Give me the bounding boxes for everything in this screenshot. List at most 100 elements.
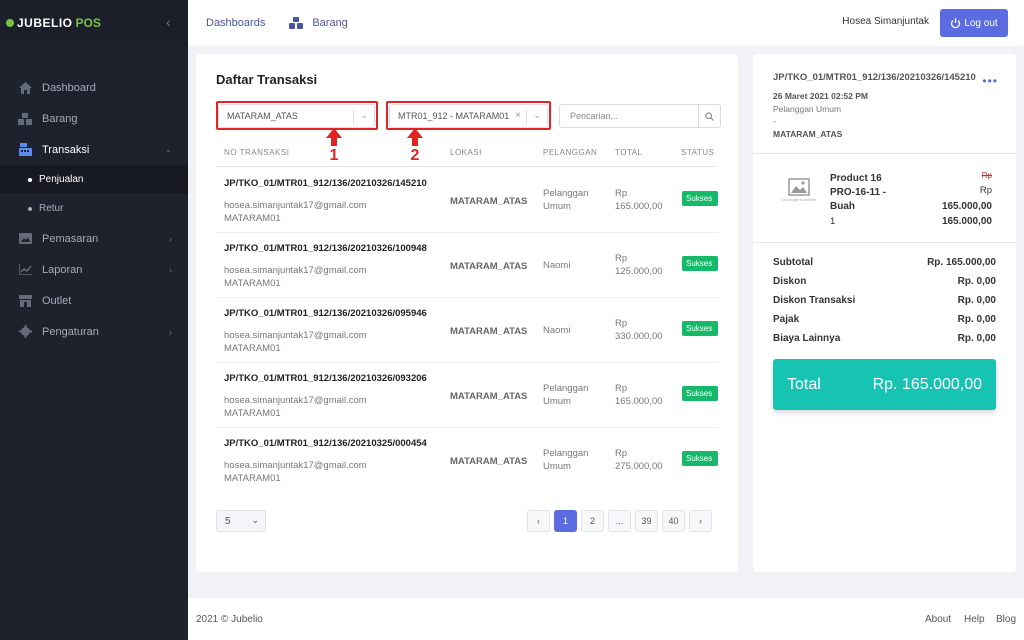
sidebar-subitem-retur[interactable]: Retur bbox=[0, 194, 188, 223]
total: Rp 165.000,00 bbox=[615, 382, 663, 408]
footer: 2021 © Jubelio About Help Blog bbox=[188, 598, 1024, 640]
customer-line-2: Umum bbox=[543, 396, 571, 407]
total: Rp 330.000,00 bbox=[615, 317, 663, 343]
total-currency: Rp bbox=[615, 253, 628, 264]
search-input[interactable]: Pencarian... bbox=[559, 104, 721, 128]
sidebar-item-pemasaran[interactable]: Pemasaran › bbox=[0, 223, 188, 254]
customer-line-2: Umum bbox=[543, 461, 571, 472]
summary-label: Pajak bbox=[773, 314, 800, 325]
column-header-status: STATUS bbox=[681, 148, 715, 157]
table-row[interactable]: JP/TKO_01/MTR01_912/136/20210326/093206 … bbox=[216, 363, 718, 428]
sidebar-item-dashboard[interactable]: Dashboard bbox=[0, 72, 188, 103]
transaction-number: JP/TKO_01/MTR01_912/136/20210326/095946 bbox=[224, 308, 427, 319]
collapse-sidebar-icon[interactable]: ‹ bbox=[166, 14, 171, 30]
total-currency: Rp bbox=[615, 383, 628, 394]
transaction-number: JP/TKO_01/MTR01_912/136/20210326/145210 bbox=[224, 178, 427, 189]
summary-label: Subtotal bbox=[773, 257, 813, 268]
footer-link-blog[interactable]: Blog bbox=[996, 614, 1016, 625]
customer: Naomi bbox=[543, 259, 605, 272]
total-amount: 125.000,00 bbox=[615, 266, 663, 277]
annotation-arrow-2-stem bbox=[412, 138, 418, 146]
page-title: Daftar Transaksi bbox=[216, 72, 318, 87]
home-icon bbox=[18, 81, 32, 95]
search-icon bbox=[705, 111, 714, 121]
sidebar-item-label: Barang bbox=[42, 112, 78, 125]
pagination-prev[interactable]: ‹ bbox=[527, 510, 550, 532]
detail-location: MATARAM_ATAS bbox=[773, 129, 843, 139]
total: Rp 165.000,00 bbox=[615, 187, 663, 213]
product-price: 165.000,00 bbox=[941, 201, 992, 212]
table-row[interactable]: JP/TKO_01/MTR01_912/136/20210326/145210 … bbox=[216, 168, 718, 233]
summary-value: Rp. 165.000,00 bbox=[927, 257, 996, 268]
topnav-dashboards[interactable]: Dashboards bbox=[206, 17, 265, 29]
pagination-page-40[interactable]: 40 bbox=[662, 510, 685, 532]
location: MATARAM_ATAS bbox=[450, 326, 528, 337]
detail-dash: - bbox=[773, 116, 776, 126]
table-row[interactable]: JP/TKO_01/MTR01_912/136/20210326/095946 … bbox=[216, 298, 718, 363]
register-name: MATARAM01 bbox=[224, 473, 281, 484]
transaction-number: JP/TKO_01/MTR01_912/136/20210325/000454 bbox=[224, 438, 427, 449]
topnav-barang[interactable]: Barang bbox=[289, 17, 348, 29]
total-amount: 165.000,00 bbox=[615, 201, 663, 212]
total: Rp 275.000,00 bbox=[615, 447, 663, 473]
annotation-label-2: 2 bbox=[410, 147, 420, 164]
location: MATARAM_ATAS bbox=[450, 261, 528, 272]
summary-diskon-transaksi: Diskon Transaksi Rp. 0,00 bbox=[773, 295, 996, 306]
customer: Naomi bbox=[543, 324, 605, 337]
per-page-select[interactable]: 5 ⌄ bbox=[216, 510, 266, 532]
table-row[interactable]: JP/TKO_01/MTR01_912/136/20210325/000454 … bbox=[216, 428, 718, 493]
summary-subtotal: Subtotal Rp. 165.000,00 bbox=[773, 257, 996, 268]
chevron-right-icon: › bbox=[169, 326, 172, 337]
register-icon bbox=[18, 143, 32, 157]
location: MATARAM_ATAS bbox=[450, 196, 528, 207]
sidebar-item-outlet[interactable]: Outlet bbox=[0, 285, 188, 316]
total-amount: 165.000,00 bbox=[615, 396, 663, 407]
footer-link-about[interactable]: About bbox=[925, 614, 951, 625]
status-badge: Sukses bbox=[682, 191, 718, 206]
total-currency: Rp bbox=[615, 318, 628, 329]
user-name[interactable]: Hosea Simanjuntak bbox=[842, 16, 929, 27]
sidebar-item-laporan[interactable]: Laporan › bbox=[0, 254, 188, 285]
more-options-icon[interactable]: ••• bbox=[982, 74, 998, 88]
sidebar-item-barang[interactable]: Barang bbox=[0, 103, 188, 134]
brand-logo[interactable]: JUBELIO POS bbox=[0, 0, 188, 46]
chart-icon bbox=[18, 263, 32, 277]
total-amount: 275.000,00 bbox=[615, 461, 663, 472]
pagination-page-1[interactable]: 1 bbox=[554, 510, 577, 532]
product-original-price: Rp bbox=[981, 171, 992, 180]
topnav-barang-label: Barang bbox=[312, 17, 348, 29]
register-name: MATARAM01 bbox=[224, 278, 281, 289]
annotation-box-1 bbox=[216, 101, 378, 130]
power-icon bbox=[951, 17, 961, 28]
status-badge: Sukses bbox=[682, 451, 718, 466]
sidebar-item-transaksi[interactable]: Transaksi ⌄ bbox=[0, 134, 188, 165]
boxes-icon bbox=[289, 17, 304, 29]
sidebar-subitem-label: Retur bbox=[39, 203, 64, 214]
annotation-arrow-1-stem bbox=[331, 138, 337, 146]
pagination-page-2[interactable]: 2 bbox=[581, 510, 604, 532]
sidebar-item-label: Pengaturan bbox=[42, 325, 99, 338]
pagination-page-39[interactable]: 39 bbox=[635, 510, 658, 532]
no-image-caption: No Image Available bbox=[781, 197, 817, 202]
table-row[interactable]: JP/TKO_01/MTR01_912/136/20210326/100948 … bbox=[216, 233, 718, 298]
logout-button[interactable]: Log out bbox=[940, 9, 1008, 37]
register-name: MATARAM01 bbox=[224, 343, 281, 354]
sidebar-item-pengaturan[interactable]: Pengaturan › bbox=[0, 316, 188, 347]
column-header-no-transaksi: NO TRANSAKSI bbox=[224, 148, 290, 157]
pagination-ellipsis[interactable]: ... bbox=[608, 510, 631, 532]
customer: Pelanggan Umum bbox=[543, 447, 605, 473]
annotation-label-1: 1 bbox=[329, 147, 339, 164]
pagination-next[interactable]: › bbox=[689, 510, 712, 532]
header-divider bbox=[216, 166, 718, 167]
customer-line-1: Naomi bbox=[543, 325, 571, 336]
cashier-email: hosea.simanjuntak17@gmail.com bbox=[224, 395, 367, 406]
footer-link-help[interactable]: Help bbox=[964, 614, 985, 625]
annotation-arrow-1-icon bbox=[326, 128, 342, 138]
sidebar-subitem-label: Penjualan bbox=[39, 174, 84, 185]
search-button[interactable] bbox=[698, 105, 720, 127]
sidebar-item-label: Dashboard bbox=[42, 81, 96, 94]
transaction-number: JP/TKO_01/MTR01_912/136/20210326/100948 bbox=[224, 243, 427, 254]
customer-line-1: Pelanggan bbox=[543, 448, 589, 459]
sidebar-subitem-penjualan[interactable]: Penjualan bbox=[0, 165, 188, 194]
product-currency: Rp bbox=[979, 185, 992, 196]
